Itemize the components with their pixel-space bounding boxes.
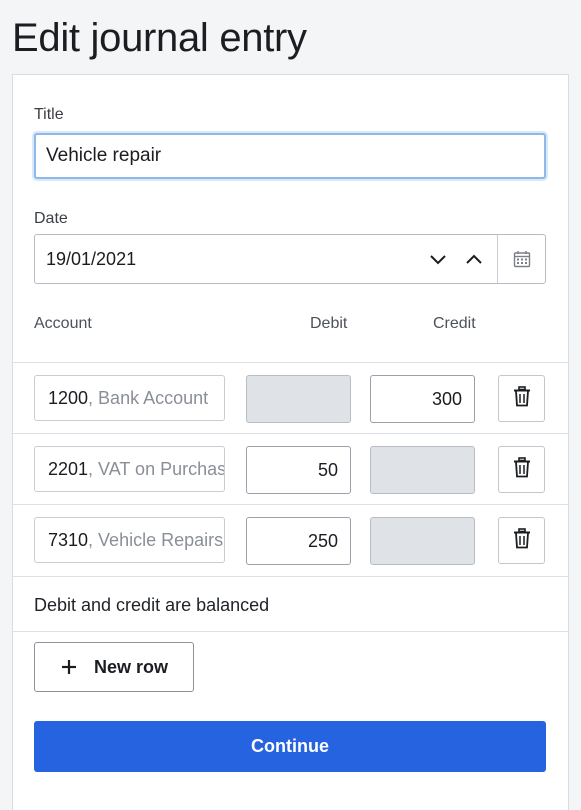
account-name: , VAT on Purchases [88, 459, 224, 479]
delete-row-button[interactable] [498, 375, 545, 422]
page-title: Edit journal entry [12, 16, 307, 60]
balance-message: Debit and credit are balanced [34, 595, 270, 615]
trash-icon [513, 385, 531, 412]
chevron-down-icon[interactable] [425, 245, 451, 273]
trash-icon [513, 527, 531, 554]
table-row: 2201, VAT on Purchases 50 [13, 433, 568, 505]
account-field[interactable]: 2201, VAT on Purchases [34, 446, 225, 492]
continue-button[interactable]: Continue [34, 721, 546, 772]
account-number: 1200 [48, 388, 89, 408]
date-label: Date [34, 210, 68, 227]
debit-field[interactable]: 250 [246, 517, 351, 565]
trash-icon [513, 456, 531, 483]
chevron-up-icon[interactable] [461, 245, 487, 273]
calendar-icon[interactable] [498, 235, 546, 283]
title-input[interactable] [34, 133, 546, 179]
balance-status: Debit and credit are balanced [13, 576, 568, 632]
column-header-credit: Credit [433, 315, 476, 332]
table-row: 7310, Vehicle Repairs 250 [13, 504, 568, 576]
credit-field [370, 446, 475, 494]
date-field[interactable]: 19/01/2021 [34, 234, 546, 284]
date-value[interactable]: 19/01/2021 [46, 249, 136, 270]
journal-entry-form: Title Date 19/01/2021 Account Debit Cred… [12, 74, 569, 810]
column-header-debit: Debit [310, 315, 348, 332]
new-row-button[interactable]: New row [34, 642, 194, 692]
debit-field[interactable]: 50 [246, 446, 351, 494]
credit-field[interactable]: 300 [370, 375, 475, 423]
delete-row-button[interactable] [498, 517, 545, 564]
account-number: 7310 [48, 530, 89, 550]
table-row: 1200, Bank Account 300 [13, 362, 568, 434]
new-row-label: New row [94, 657, 169, 677]
account-field[interactable]: 7310, Vehicle Repairs [34, 517, 225, 563]
title-label: Title [34, 106, 64, 123]
delete-row-button[interactable] [498, 446, 545, 493]
column-header-account: Account [34, 315, 92, 332]
account-field[interactable]: 1200, Bank Account [34, 375, 225, 421]
account-name: , Vehicle Repairs [88, 530, 224, 550]
account-number: 2201 [48, 459, 89, 479]
debit-field [246, 375, 351, 423]
credit-field [370, 517, 475, 565]
account-name: , Bank Account [88, 388, 209, 408]
plus-icon [60, 658, 78, 681]
